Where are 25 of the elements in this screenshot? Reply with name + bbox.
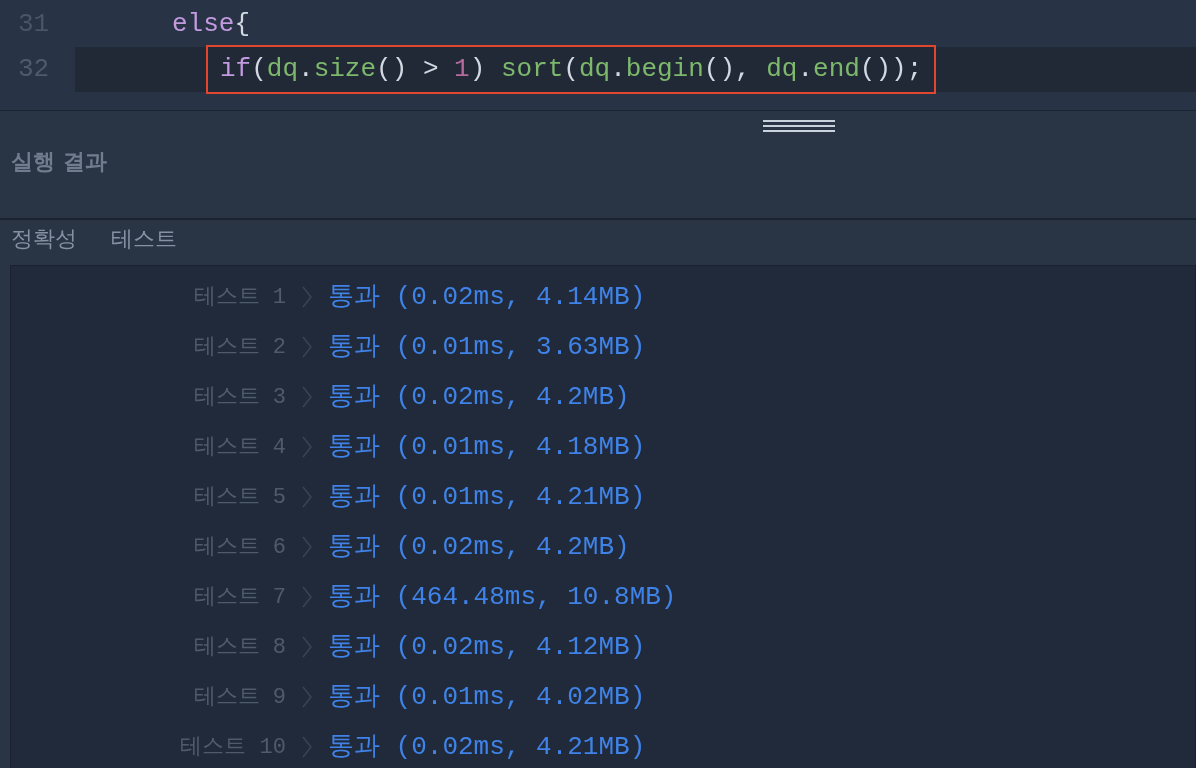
chevron-icon [302, 486, 312, 508]
chevron-icon [302, 436, 312, 458]
chevron-icon [302, 586, 312, 608]
chevron-icon [302, 536, 312, 558]
chevron-icon [302, 336, 312, 358]
panel-title: 실행 결과 [11, 148, 107, 176]
tab[interactable]: 테스트 [111, 222, 177, 255]
code-line: else{ [172, 8, 251, 41]
tab[interactable]: 정확성 [11, 222, 77, 255]
test-result: 통과 (0.02ms, 4.2MB) [328, 530, 630, 564]
chevron-icon [302, 286, 312, 308]
test-result: 통과 (0.02ms, 4.21MB) [328, 730, 646, 764]
chevron-icon [302, 736, 312, 758]
test-result: 통과 (464.48ms, 10.8MB) [328, 580, 677, 614]
test-result: 통과 (0.02ms, 4.14MB) [328, 280, 646, 314]
test-result: 통과 (0.01ms, 4.02MB) [328, 680, 646, 714]
test-result: 통과 (0.02ms, 4.2MB) [328, 380, 630, 414]
test-result: 통과 (0.02ms, 4.12MB) [328, 630, 646, 664]
test-result: 통과 (0.01ms, 4.21MB) [328, 480, 646, 514]
test-result: 통과 (0.01ms, 3.63MB) [328, 330, 646, 364]
chevron-icon [302, 636, 312, 658]
resize-handle[interactable] [763, 117, 835, 135]
chevron-icon [302, 686, 312, 708]
chevron-icon [302, 386, 312, 408]
test-result: 통과 (0.01ms, 4.18MB) [328, 430, 646, 464]
